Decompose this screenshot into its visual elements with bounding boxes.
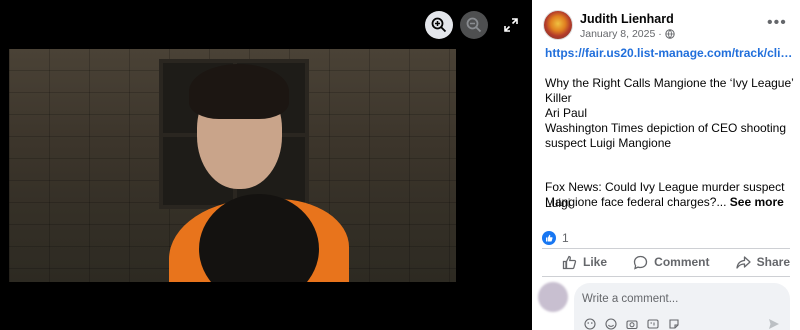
more-options-icon[interactable]: ••• — [767, 14, 787, 32]
zoom-out-button[interactable] — [460, 11, 488, 39]
author-name[interactable]: Judith Lienhard — [580, 12, 674, 26]
post-text-line: Why the Right Calls Mangione the ‘Ivy Le… — [545, 76, 794, 90]
avatar-sticker-icon[interactable] — [584, 318, 596, 330]
thumbs-up-icon — [562, 255, 577, 269]
zoom-in-button[interactable] — [425, 11, 453, 39]
comment-icon — [634, 255, 648, 270]
post-link[interactable]: https://fair.us20.list-manage.com/track/… — [545, 46, 795, 60]
post-text-line: Killer — [545, 91, 572, 105]
zoom-out-icon — [466, 17, 482, 33]
commenter-avatar — [538, 282, 568, 312]
reaction-count: 1 — [562, 231, 569, 245]
send-icon[interactable] — [768, 318, 780, 330]
post-text-line: Mangione face federal charges?... See mo… — [545, 195, 784, 209]
see-more-link[interactable]: See more — [730, 195, 784, 209]
post-text-line: suspect Luigi Mangione — [545, 136, 672, 150]
divider — [542, 248, 790, 249]
divider — [542, 276, 790, 277]
author-avatar[interactable] — [543, 10, 573, 40]
zoom-in-icon — [431, 17, 447, 33]
comment-button[interactable]: Comment — [633, 255, 710, 270]
fullscreen-icon — [504, 18, 518, 32]
post-date[interactable]: January 8, 2025 · — [580, 28, 662, 40]
comment-input[interactable]: Write a comment... — [574, 283, 790, 330]
share-icon — [735, 255, 751, 269]
globe-icon — [665, 29, 675, 39]
sticker-icon[interactable] — [668, 318, 680, 330]
like-reaction-icon — [542, 231, 556, 245]
post-actions: Like Comment Share — [542, 250, 790, 274]
reaction-summary[interactable]: 1 — [542, 231, 569, 245]
share-label: Share — [756, 255, 790, 269]
photo-viewer — [0, 0, 532, 330]
camera-icon[interactable] — [626, 318, 638, 330]
gif-icon[interactable] — [647, 318, 659, 330]
like-button[interactable]: Like — [562, 255, 607, 270]
post-text-line: Washington Times depiction of CEO shooti… — [545, 121, 787, 135]
post-photo[interactable] — [9, 49, 456, 282]
post-text-line: Ari Paul — [545, 106, 588, 120]
post-panel: Judith Lienhard January 8, 2025 · ••• ht… — [532, 0, 800, 330]
fullscreen-button[interactable] — [497, 11, 525, 39]
comment-label: Comment — [654, 255, 710, 269]
emoji-icon[interactable] — [605, 318, 617, 330]
post-meta: January 8, 2025 · — [580, 28, 675, 40]
comment-placeholder: Write a comment... — [582, 293, 679, 305]
like-label: Like — [583, 255, 608, 269]
comment-tools — [584, 318, 680, 330]
share-button[interactable]: Share — [735, 255, 790, 270]
